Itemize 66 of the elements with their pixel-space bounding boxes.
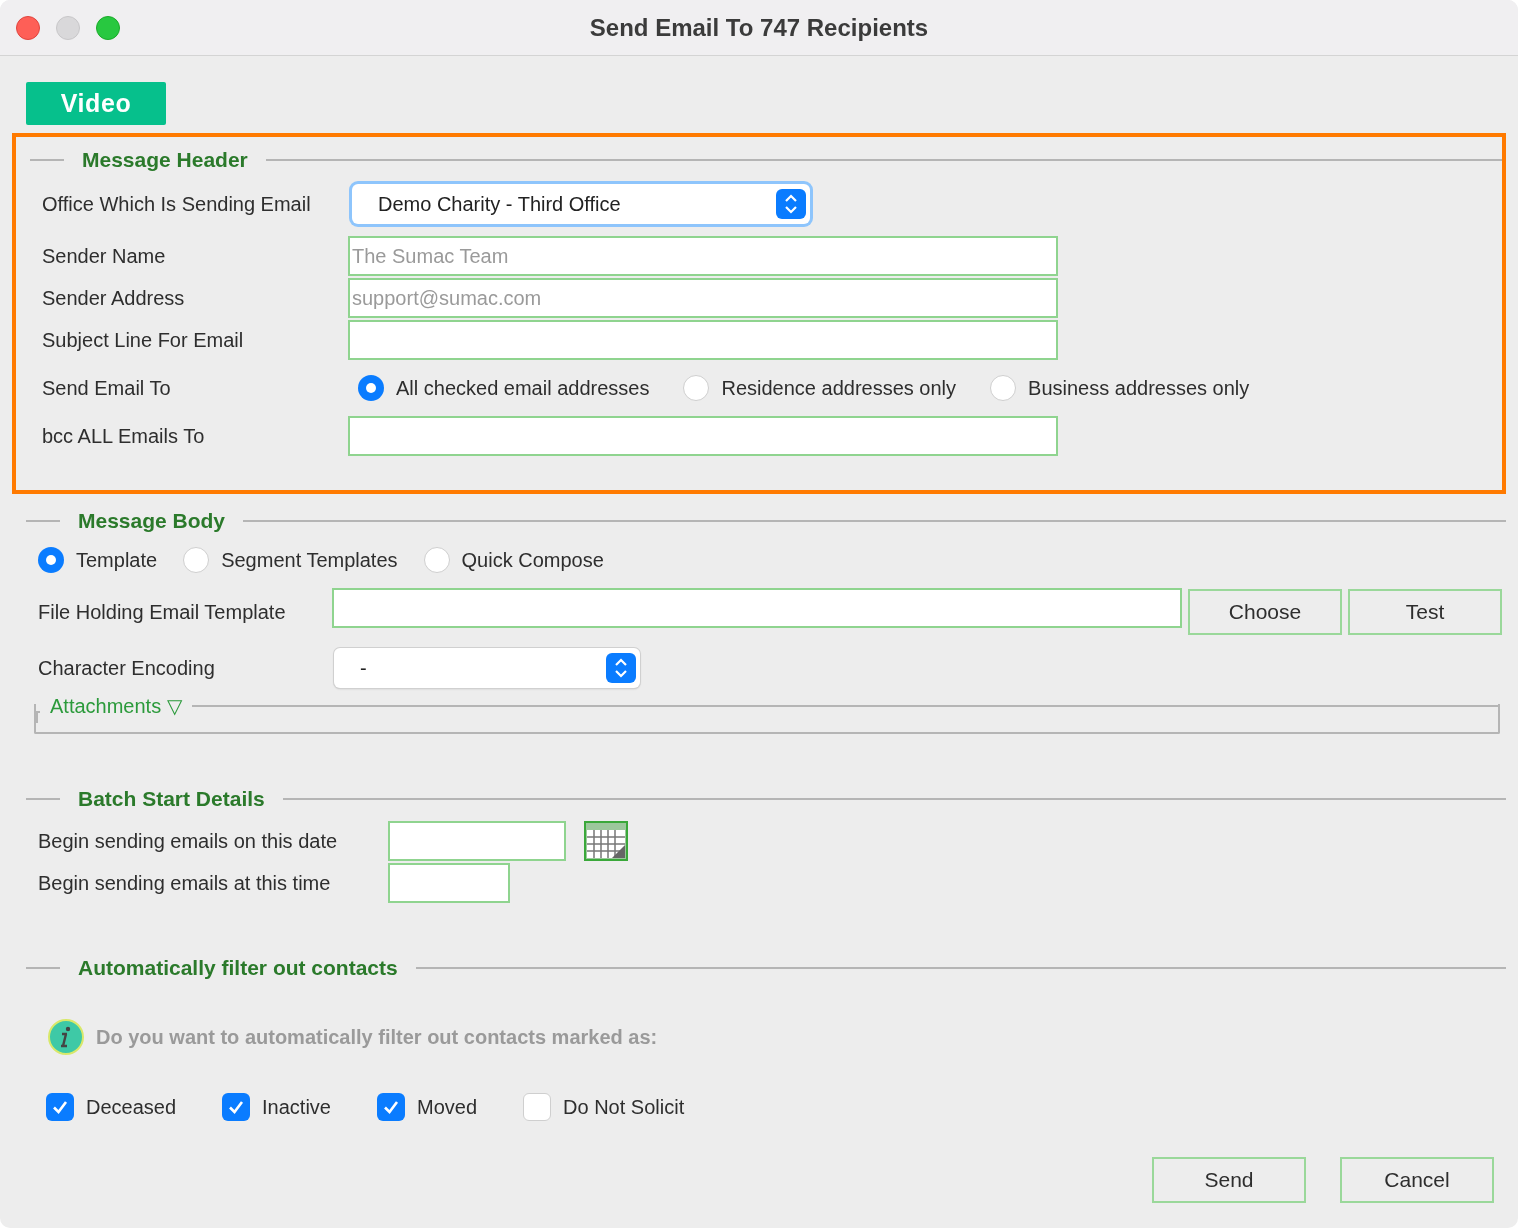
- radio-option[interactable]: Business addresses only: [990, 373, 1250, 403]
- file-button[interactable]: Test: [1348, 589, 1502, 635]
- checkbox-label: Deceased: [86, 1095, 177, 1120]
- field-label: Office Which Is Sending Email: [42, 192, 312, 217]
- radio-option[interactable]: Quick Compose: [423, 545, 604, 575]
- radio-button[interactable]: [683, 375, 710, 401]
- radio-option[interactable]: Template: [38, 545, 158, 575]
- radio-label: Residence addresses only: [721, 376, 957, 401]
- input-field[interactable]: [348, 320, 1058, 360]
- field-label: Sender Address: [42, 286, 186, 311]
- field-label: bcc ALL Emails To: [42, 424, 206, 449]
- checkbox-label: Do Not Solicit: [563, 1095, 685, 1120]
- radio-button[interactable]: [358, 375, 384, 401]
- checkbox-label: Moved: [417, 1095, 478, 1120]
- field-label: Send Email To: [42, 376, 172, 401]
- info-text: Do you want to automatically filter out contacts marked as:: [96, 1025, 658, 1050]
- stepper-icon: [606, 653, 636, 683]
- radio-label: Segment Templates: [221, 548, 398, 573]
- radio-button[interactable]: [38, 547, 64, 573]
- field-label: Begin sending emails at this time: [38, 871, 332, 896]
- checkbox-option[interactable]: Inactive: [222, 1092, 331, 1122]
- field-label: Character Encoding: [38, 656, 216, 681]
- field-label: Begin sending emails on this date: [38, 829, 339, 854]
- radio-button[interactable]: [990, 375, 1017, 401]
- input-field[interactable]: [332, 588, 1182, 628]
- input-field[interactable]: [348, 416, 1058, 456]
- dialog-button[interactable]: Cancel: [1340, 1157, 1494, 1203]
- section-title: Automatically filter out contacts: [77, 955, 399, 982]
- zoom-button[interactable]: [96, 16, 120, 40]
- section-title: Batch Start Details: [77, 786, 266, 813]
- checkbox-option[interactable]: Do Not Solicit: [523, 1092, 685, 1122]
- select-dropdown[interactable]: Demo Charity - Third Office: [352, 184, 810, 224]
- info-icon: [48, 1019, 84, 1055]
- file-button[interactable]: Choose: [1188, 589, 1342, 635]
- select-dropdown[interactable]: -: [334, 648, 640, 688]
- checkbox[interactable]: [523, 1093, 552, 1121]
- radio-label: Template: [76, 548, 158, 573]
- checkbox[interactable]: [46, 1093, 74, 1121]
- minimize-button[interactable]: [56, 16, 80, 40]
- checkbox[interactable]: [377, 1093, 405, 1121]
- window-title: Send Email To 747 Recipients: [589, 12, 929, 43]
- input-field[interactable]: [388, 821, 566, 861]
- radio-label: Quick Compose: [461, 548, 604, 573]
- field-label: Subject Line For Email: [42, 328, 245, 353]
- section-title: Message Body: [77, 508, 227, 535]
- calendar-icon[interactable]: [584, 821, 628, 861]
- radio-option[interactable]: Residence addresses only: [683, 373, 957, 403]
- field-label: Sender Name: [42, 244, 167, 269]
- checkbox-option[interactable]: Moved: [377, 1092, 478, 1122]
- radio-label: Business addresses only: [1028, 376, 1250, 401]
- checkbox[interactable]: [222, 1093, 251, 1121]
- checkbox-option[interactable]: Deceased: [46, 1092, 177, 1122]
- dialog-button[interactable]: Send: [1152, 1157, 1306, 1203]
- checkbox-label: Inactive: [262, 1095, 331, 1120]
- section-title: Message Header: [81, 147, 249, 174]
- radio-option[interactable]: All checked email addresses: [358, 373, 650, 403]
- input-field[interactable]: support@sumac.com: [348, 278, 1058, 318]
- radio-option[interactable]: Segment Templates: [183, 545, 398, 575]
- input-field[interactable]: The Sumac Team: [348, 236, 1058, 276]
- radio-button[interactable]: [183, 547, 210, 573]
- close-button[interactable]: [16, 16, 40, 40]
- stepper-icon: [776, 189, 806, 219]
- input-field[interactable]: [388, 863, 510, 903]
- radio-button[interactable]: [423, 547, 450, 573]
- field-label: File Holding Email Template: [38, 600, 287, 625]
- radio-label: All checked email addresses: [396, 376, 650, 401]
